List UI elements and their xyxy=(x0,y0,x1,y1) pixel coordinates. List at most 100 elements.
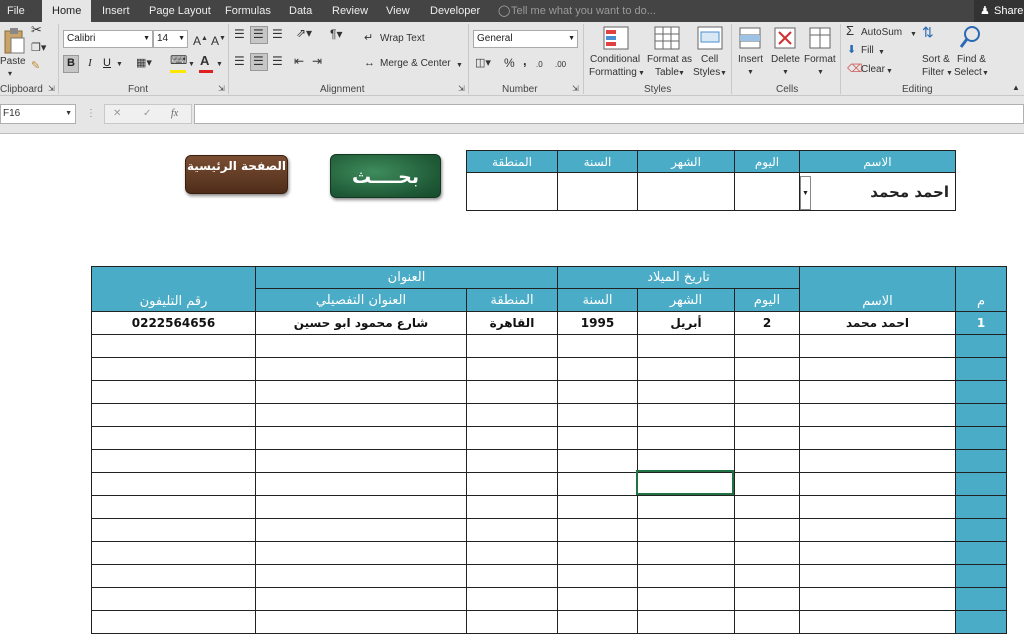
table-cell[interactable] xyxy=(799,610,956,634)
delete-cells-label[interactable]: Delete xyxy=(771,54,800,66)
cancel-icon[interactable]: ✕ xyxy=(113,108,121,119)
table-cell[interactable] xyxy=(799,541,956,565)
format-as-table-label[interactable]: Format as xyxy=(647,54,692,66)
table-cell[interactable] xyxy=(557,541,638,565)
collapse-ribbon-icon[interactable]: ▲ xyxy=(1012,82,1020,94)
tab-file[interactable]: File xyxy=(7,0,25,22)
table-cell[interactable] xyxy=(466,426,558,450)
table-cell[interactable] xyxy=(637,357,735,381)
shrink-font-icon[interactable]: A▼ xyxy=(211,33,226,47)
table-cell[interactable] xyxy=(637,495,735,519)
home-page-button[interactable]: الصفحة الرئيسية xyxy=(185,155,288,194)
wrap-text-icon[interactable]: ↵ xyxy=(364,32,373,44)
rtl-direction-icon[interactable]: ¶▾ xyxy=(330,28,342,40)
table-cell[interactable] xyxy=(557,426,638,450)
table-cell[interactable] xyxy=(91,518,256,542)
border-icon[interactable]: ▦▾ xyxy=(136,57,152,69)
table-cell[interactable] xyxy=(637,518,735,542)
bold-button[interactable]: B xyxy=(63,55,79,73)
table-cell[interactable] xyxy=(799,472,956,496)
table-cell[interactable] xyxy=(637,334,735,358)
paste-label[interactable]: Paste xyxy=(0,56,26,68)
table-cell[interactable] xyxy=(734,518,800,542)
find-select-icon[interactable] xyxy=(959,25,983,51)
table-cell[interactable] xyxy=(91,334,256,358)
table-cell[interactable] xyxy=(557,564,638,588)
tab-review[interactable]: Review xyxy=(332,0,368,22)
chevron-down-icon[interactable]: ▼ xyxy=(720,68,727,80)
table-cell[interactable] xyxy=(557,518,638,542)
comma-button[interactable]: , xyxy=(523,54,527,67)
enter-icon[interactable]: ✓ xyxy=(143,108,151,119)
paste-dropdown-icon[interactable]: ▾ xyxy=(8,68,12,80)
number-launcher-icon[interactable]: ⇲ xyxy=(572,84,579,93)
table-cell[interactable] xyxy=(255,587,467,611)
cell-region[interactable]: القاهرة xyxy=(466,311,558,335)
sort-filter-icon[interactable]: ⇅ xyxy=(922,25,934,39)
table-cell[interactable] xyxy=(734,472,800,496)
table-cell[interactable] xyxy=(466,357,558,381)
table-cell[interactable] xyxy=(734,403,800,427)
tab-view[interactable]: View xyxy=(386,0,410,22)
table-cell[interactable] xyxy=(255,610,467,634)
table-cell[interactable] xyxy=(466,334,558,358)
increase-indent-icon[interactable]: ⇥ xyxy=(312,55,322,67)
table-cell[interactable] xyxy=(637,587,735,611)
table-cell[interactable] xyxy=(91,610,256,634)
find-select-label-2[interactable]: Select xyxy=(954,67,982,79)
decrease-indent-icon[interactable]: ⇤ xyxy=(294,55,304,67)
align-bottom-icon[interactable]: ☰ xyxy=(272,28,283,40)
table-cell[interactable] xyxy=(255,518,467,542)
font-size-select[interactable]: 14 ▼ xyxy=(153,30,188,48)
merge-center-button[interactable]: Merge & Center xyxy=(380,58,451,70)
table-cell[interactable] xyxy=(91,426,256,450)
table-cell[interactable] xyxy=(637,564,735,588)
table-cell[interactable] xyxy=(91,380,256,404)
table-cell[interactable] xyxy=(799,587,956,611)
find-select-label[interactable]: Find & xyxy=(957,54,986,66)
table-cell[interactable] xyxy=(91,472,256,496)
chevron-down-icon[interactable]: ▼ xyxy=(886,66,893,78)
table-cell[interactable] xyxy=(799,495,956,519)
search-name-cell[interactable]: احمد محمد xyxy=(799,172,956,211)
cell-phone[interactable]: 0222564656 xyxy=(91,311,256,335)
clipboard-launcher-icon[interactable]: ⇲ xyxy=(48,84,55,93)
align-top-icon[interactable]: ☰ xyxy=(234,28,245,40)
chevron-down-icon[interactable]: ▼ xyxy=(782,67,789,79)
chevron-down-icon[interactable]: ▼ xyxy=(456,60,463,72)
insert-function-button[interactable]: fx xyxy=(171,108,178,119)
selected-cell[interactable] xyxy=(636,470,734,495)
table-cell[interactable] xyxy=(255,426,467,450)
table-cell[interactable] xyxy=(255,357,467,381)
table-cell[interactable] xyxy=(91,449,256,473)
table-cell[interactable] xyxy=(734,357,800,381)
table-cell[interactable] xyxy=(799,334,956,358)
table-cell[interactable] xyxy=(637,541,735,565)
format-as-table-icon[interactable] xyxy=(654,26,680,50)
table-cell[interactable] xyxy=(734,564,800,588)
table-cell[interactable] xyxy=(466,495,558,519)
cell-year[interactable]: 1995 xyxy=(557,311,638,335)
conditional-formatting-label-2[interactable]: Formatting xyxy=(589,67,637,79)
table-cell[interactable] xyxy=(557,495,638,519)
chevron-down-icon[interactable]: ▼ xyxy=(878,47,885,59)
share-button[interactable]: ♟ Share xyxy=(974,0,1024,22)
table-cell[interactable] xyxy=(637,403,735,427)
search-year-cell[interactable] xyxy=(557,172,638,211)
font-launcher-icon[interactable]: ⇲ xyxy=(218,84,225,93)
table-cell[interactable] xyxy=(466,472,558,496)
format-as-table-label-2[interactable]: Table xyxy=(655,67,679,79)
increase-decimal-button[interactable]: .0 xyxy=(536,59,543,71)
table-cell[interactable] xyxy=(255,449,467,473)
orientation-icon[interactable]: ⇗▾ xyxy=(296,27,312,39)
table-cell[interactable] xyxy=(734,449,800,473)
table-cell[interactable] xyxy=(557,380,638,404)
autosum-icon[interactable]: Σ xyxy=(846,24,854,37)
search-region-cell[interactable] xyxy=(466,172,558,211)
format-cells-label[interactable]: Format xyxy=(804,54,836,66)
table-cell[interactable] xyxy=(799,449,956,473)
table-cell[interactable] xyxy=(91,495,256,519)
number-format-select[interactable]: General ▼ xyxy=(473,30,578,48)
table-cell[interactable] xyxy=(557,357,638,381)
sort-filter-label-2[interactable]: Filter xyxy=(922,67,944,79)
